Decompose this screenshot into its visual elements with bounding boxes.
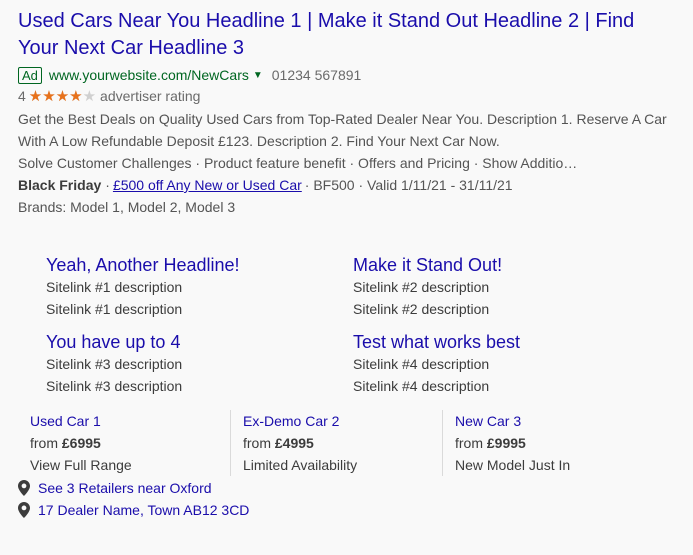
- sitelink-4: Test what works best Sitelink #4 descrip…: [353, 331, 643, 397]
- sitelink-description: Sitelink #1 description: [46, 301, 183, 317]
- callout-extensions: Solve Customer Challenges · Product feat…: [18, 155, 578, 171]
- sitelink-title[interactable]: Make it Stand Out!: [353, 254, 643, 276]
- price-card-price: from £9995: [455, 435, 526, 451]
- sitelink-title[interactable]: You have up to 4: [46, 331, 336, 353]
- location-link[interactable]: 17 Dealer Name, Town AB12 3CD: [38, 502, 249, 518]
- sitelink-description: Sitelink #1 description: [46, 279, 183, 295]
- price-card[interactable]: Ex-Demo Car 2 from £4995 Limited Availab…: [230, 410, 442, 476]
- map-pin-icon: [18, 480, 30, 496]
- price-card[interactable]: Used Car 1 from £6995 View Full Range: [18, 410, 230, 476]
- search-ad: Used Cars Near You Headline 1 | Make it …: [18, 8, 683, 218]
- sitelink-title[interactable]: Test what works best: [353, 331, 643, 353]
- rating-value: 4: [18, 88, 26, 104]
- sitelink-1: Yeah, Another Headline! Sitelink #1 desc…: [46, 254, 336, 320]
- price-card-title[interactable]: Ex-Demo Car 2: [243, 410, 442, 432]
- rating-row: 4 ★★★★★ ★★★★★ advertiser rating: [18, 86, 683, 106]
- price-card[interactable]: New Car 3 from £9995 New Model Just In: [442, 410, 662, 476]
- location-link[interactable]: See 3 Retailers near Oxford: [38, 480, 212, 496]
- ad-headline[interactable]: Used Cars Near You Headline 1 | Make it …: [18, 8, 668, 62]
- ad-badge: Ad: [18, 66, 42, 84]
- caret-down-icon[interactable]: ▼: [253, 70, 263, 81]
- sitelink-description: Sitelink #2 description: [353, 279, 490, 295]
- price-extension: Used Car 1 from £6995 View Full Range Ex…: [18, 410, 678, 476]
- price-card-subtitle: View Full Range: [30, 457, 132, 473]
- map-pin-icon: [18, 502, 30, 518]
- display-url[interactable]: www.yourwebsite.com/NewCars: [49, 67, 249, 83]
- promotion-occasion: Black Friday: [18, 177, 102, 193]
- sitelink-description: Sitelink #4 description: [353, 356, 490, 372]
- phone-number[interactable]: 01234 567891: [272, 67, 362, 83]
- sitelink-2: Make it Stand Out! Sitelink #2 descripti…: [353, 254, 643, 320]
- price-card-subtitle: New Model Just In: [455, 457, 571, 473]
- promotion-details: · BF500 · Valid 1/11/21 - 31/11/21: [304, 177, 513, 193]
- ad-description: Get the Best Deals on Quality Used Cars …: [18, 111, 667, 149]
- price-card-price: from £6995: [30, 435, 101, 451]
- sitelink-description: Sitelink #3 description: [46, 378, 183, 394]
- sitelink-description: Sitelink #3 description: [46, 356, 183, 372]
- location-extension-retailers[interactable]: See 3 Retailers near Oxford: [18, 477, 212, 499]
- price-card-title[interactable]: Used Car 1: [30, 410, 230, 432]
- structured-snippet-brands: Brands: Model 1, Model 2, Model 3: [18, 199, 236, 215]
- price-card-title[interactable]: New Car 3: [455, 410, 662, 432]
- price-card-price: from £4995: [243, 435, 314, 451]
- url-row: Ad www.yourwebsite.com/NewCars ▼ 01234 5…: [18, 65, 683, 85]
- location-extension-address[interactable]: 17 Dealer Name, Town AB12 3CD: [18, 499, 249, 521]
- rating-label: advertiser rating: [100, 88, 201, 104]
- promotion-offer-link[interactable]: £500 off Any New or Used Car: [113, 174, 302, 196]
- sitelink-3: You have up to 4 Sitelink #3 description…: [46, 331, 336, 397]
- star-rating-icon: ★★★★★ ★★★★★: [28, 87, 97, 105]
- sitelink-description: Sitelink #2 description: [353, 301, 490, 317]
- promotion-extension: Black Friday · £500 off Any New or Used …: [18, 174, 683, 196]
- sitelink-title[interactable]: Yeah, Another Headline!: [46, 254, 336, 276]
- sitelink-description: Sitelink #4 description: [353, 378, 490, 394]
- promotion-separator: ·: [105, 177, 110, 193]
- price-card-subtitle: Limited Availability: [243, 457, 358, 473]
